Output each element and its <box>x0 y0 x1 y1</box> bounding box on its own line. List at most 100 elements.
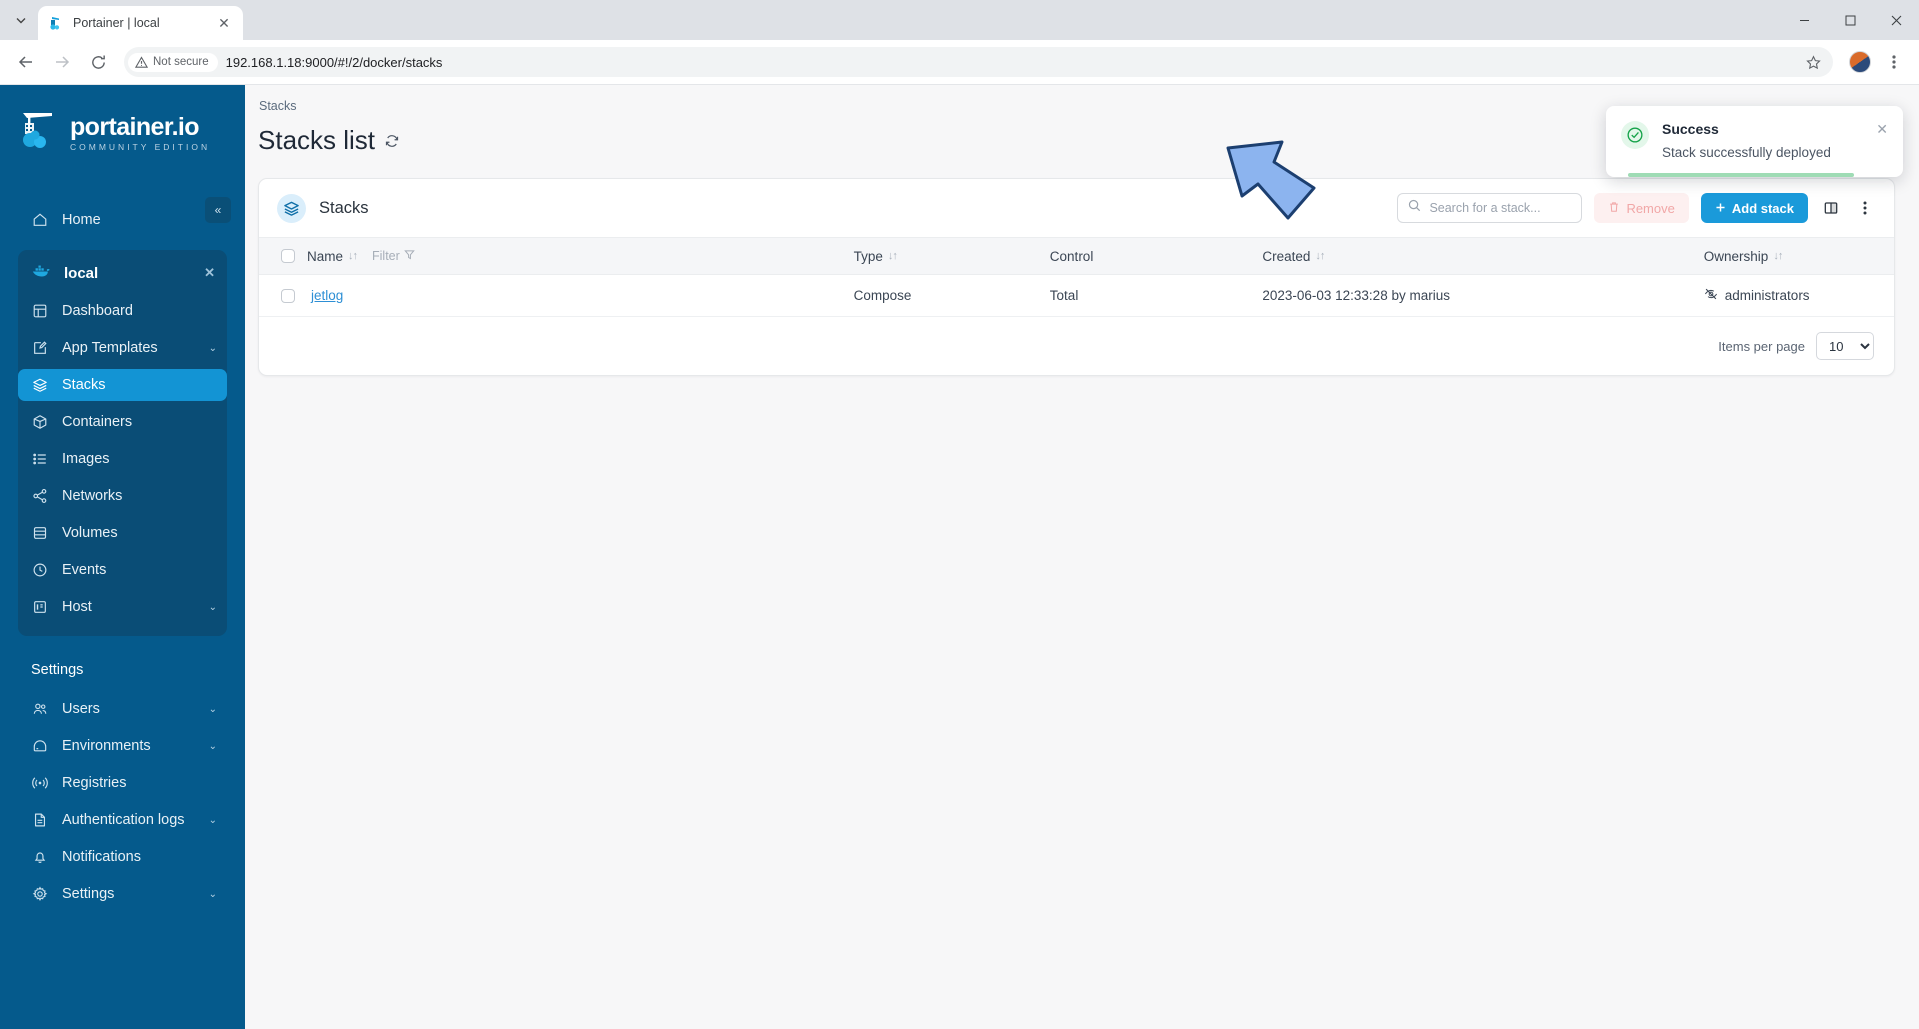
chevron-down-icon[interactable]: ⌄ <box>209 343 217 354</box>
sidebar-collapse-button[interactable]: « <box>205 197 231 223</box>
users-icon <box>31 701 48 718</box>
toast-title: Success <box>1662 121 1719 137</box>
column-header-created[interactable]: Created ↓↑ <box>1256 237 1698 275</box>
sort-arrows-icon[interactable]: ↓↑ <box>888 250 898 262</box>
sidebar-item-volumes[interactable]: Volumes <box>18 517 227 549</box>
bell-icon <box>31 849 48 866</box>
stacks-table: Name ↓↑ Filter Type ↓↑ Control Created ↓… <box>259 237 1894 317</box>
sort-arrows-icon[interactable]: ↓↑ <box>348 250 358 262</box>
name-filter-button[interactable]: Filter <box>372 249 415 263</box>
chevron-down-icon[interactable]: ⌄ <box>209 704 217 715</box>
column-header-name[interactable]: Name ↓↑ Filter <box>259 237 848 275</box>
bookmark-star-icon[interactable] <box>1799 48 1827 76</box>
columns-layout-icon[interactable] <box>1820 197 1842 219</box>
sidebar-item-label: Users <box>62 701 100 717</box>
sidebar-item-users[interactable]: Users ⌄ <box>18 693 227 725</box>
chevron-down-icon[interactable]: ⌄ <box>209 741 217 752</box>
sidebar-item-label: Dashboard <box>62 303 133 319</box>
template-edit-icon <box>31 340 48 357</box>
browser-tab-strip: Portainer | local ✕ <box>0 0 1919 40</box>
table-body: jetlog Compose Total 2023-06-03 12:33:28… <box>259 274 1894 317</box>
sidebar-item-stacks[interactable]: Stacks <box>18 369 227 401</box>
add-stack-button[interactable]: Add stack <box>1700 193 1808 223</box>
remove-button-label: Remove <box>1626 200 1675 216</box>
home-icon <box>31 212 48 229</box>
kebab-menu-icon[interactable] <box>1854 197 1876 219</box>
tab-search-chevron-down-icon[interactable] <box>4 3 38 37</box>
chevron-down-icon[interactable]: ⌄ <box>209 889 217 900</box>
sidebar-item-authentication-logs[interactable]: Authentication logs ⌄ <box>18 804 227 836</box>
sidebar-item-label: Settings <box>62 886 115 902</box>
profile-avatar[interactable] <box>1849 51 1871 73</box>
omnibox[interactable]: Not secure 192.168.1.18:9000/#!/2/docker… <box>124 47 1833 77</box>
column-header-control[interactable]: Control <box>1043 237 1257 275</box>
card-title: Stacks <box>319 198 369 217</box>
row-checkbox[interactable] <box>281 288 295 303</box>
sidebar-item-registries[interactable]: Registries <box>18 767 227 799</box>
chevron-down-icon[interactable]: ⌄ <box>209 815 217 826</box>
cell-control: Total <box>1043 274 1257 317</box>
sidebar-item-label: Notifications <box>62 849 141 865</box>
eye-off-icon <box>1704 287 1718 304</box>
portainer-crane-logo-icon <box>18 107 60 160</box>
sidebar-item-notifications[interactable]: Notifications <box>18 841 227 873</box>
browser-tab[interactable]: Portainer | local ✕ <box>38 6 243 40</box>
docker-whale-icon <box>31 263 51 283</box>
sidebar: portainer.io COMMUNITY EDITION « Home lo… <box>0 85 245 1029</box>
sidebar-item-label: Images <box>62 451 110 467</box>
sidebar-item-app-templates[interactable]: App Templates ⌄ <box>18 332 227 364</box>
chevron-down-icon[interactable]: ⌄ <box>209 602 217 613</box>
sidebar-item-containers[interactable]: Containers <box>18 406 227 438</box>
window-maximize-button[interactable] <box>1827 0 1873 40</box>
network-share-icon <box>31 488 48 505</box>
not-secure-badge[interactable]: Not secure <box>128 52 218 72</box>
container-box-icon <box>31 414 48 431</box>
search-icon <box>1408 199 1421 217</box>
sidebar-item-images[interactable]: Images <box>18 443 227 475</box>
browser-kebab-menu-icon[interactable] <box>1879 47 1909 77</box>
column-header-type[interactable]: Type ↓↑ <box>847 237 1044 275</box>
sidebar-item-events[interactable]: Events <box>18 554 227 586</box>
portainer-logo[interactable]: portainer.io COMMUNITY EDITION <box>0 85 245 178</box>
sidebar-item-environments[interactable]: Environments ⌄ <box>18 730 227 762</box>
window-close-button[interactable] <box>1873 0 1919 40</box>
url-text[interactable]: 192.168.1.18:9000/#!/2/docker/stacks <box>226 55 1791 70</box>
layers-icon <box>31 377 48 394</box>
sort-arrows-icon[interactable]: ↓↑ <box>1315 250 1325 262</box>
search-input[interactable] <box>1429 201 1572 215</box>
window-minimize-button[interactable] <box>1781 0 1827 40</box>
forward-arrow-icon[interactable] <box>46 46 78 78</box>
remove-button[interactable]: Remove <box>1594 193 1689 223</box>
sidebar-settings-title: Settings <box>31 662 84 678</box>
sidebar-item-settings[interactable]: Settings ⌄ <box>18 878 227 910</box>
check-circle-icon <box>1621 121 1649 149</box>
stack-name-link[interactable]: jetlog <box>311 288 343 303</box>
sidebar-item-dashboard[interactable]: Dashboard <box>18 295 227 327</box>
cell-type: Compose <box>847 274 1044 317</box>
tab-close-icon[interactable]: ✕ <box>215 14 233 32</box>
page-title: Stacks list <box>258 125 376 155</box>
pagination: Items per page 10 <box>259 317 1894 375</box>
environment-close-icon[interactable]: ✕ <box>204 265 215 281</box>
back-arrow-icon[interactable] <box>10 46 42 78</box>
sidebar-environment-local[interactable]: local ✕ <box>18 256 227 290</box>
environment-name: local <box>64 264 99 282</box>
table-row[interactable]: jetlog Compose Total 2023-06-03 12:33:28… <box>259 274 1894 317</box>
items-per-page-select[interactable]: 10 <box>1816 332 1874 360</box>
sidebar-item-home[interactable]: Home <box>18 204 227 236</box>
registries-broadcast-icon <box>31 775 48 792</box>
toast-message: Stack successfully deployed <box>1662 145 1831 160</box>
sidebar-item-label: Authentication logs <box>62 812 185 828</box>
refresh-icon[interactable] <box>384 133 400 149</box>
sidebar-item-host[interactable]: Host ⌄ <box>18 591 227 623</box>
toast-close-icon[interactable]: ✕ <box>1876 121 1888 138</box>
sort-arrows-icon[interactable]: ↓↑ <box>1773 250 1783 262</box>
column-label: Type <box>853 248 883 264</box>
search-box[interactable] <box>1397 193 1583 223</box>
select-all-checkbox[interactable] <box>281 249 295 263</box>
sidebar-item-label: Volumes <box>62 525 118 541</box>
reload-icon[interactable] <box>82 46 114 78</box>
column-header-ownership[interactable]: Ownership ↓↑ <box>1697 237 1894 275</box>
sidebar-item-networks[interactable]: Networks <box>18 480 227 512</box>
column-label: Control <box>1049 248 1094 264</box>
